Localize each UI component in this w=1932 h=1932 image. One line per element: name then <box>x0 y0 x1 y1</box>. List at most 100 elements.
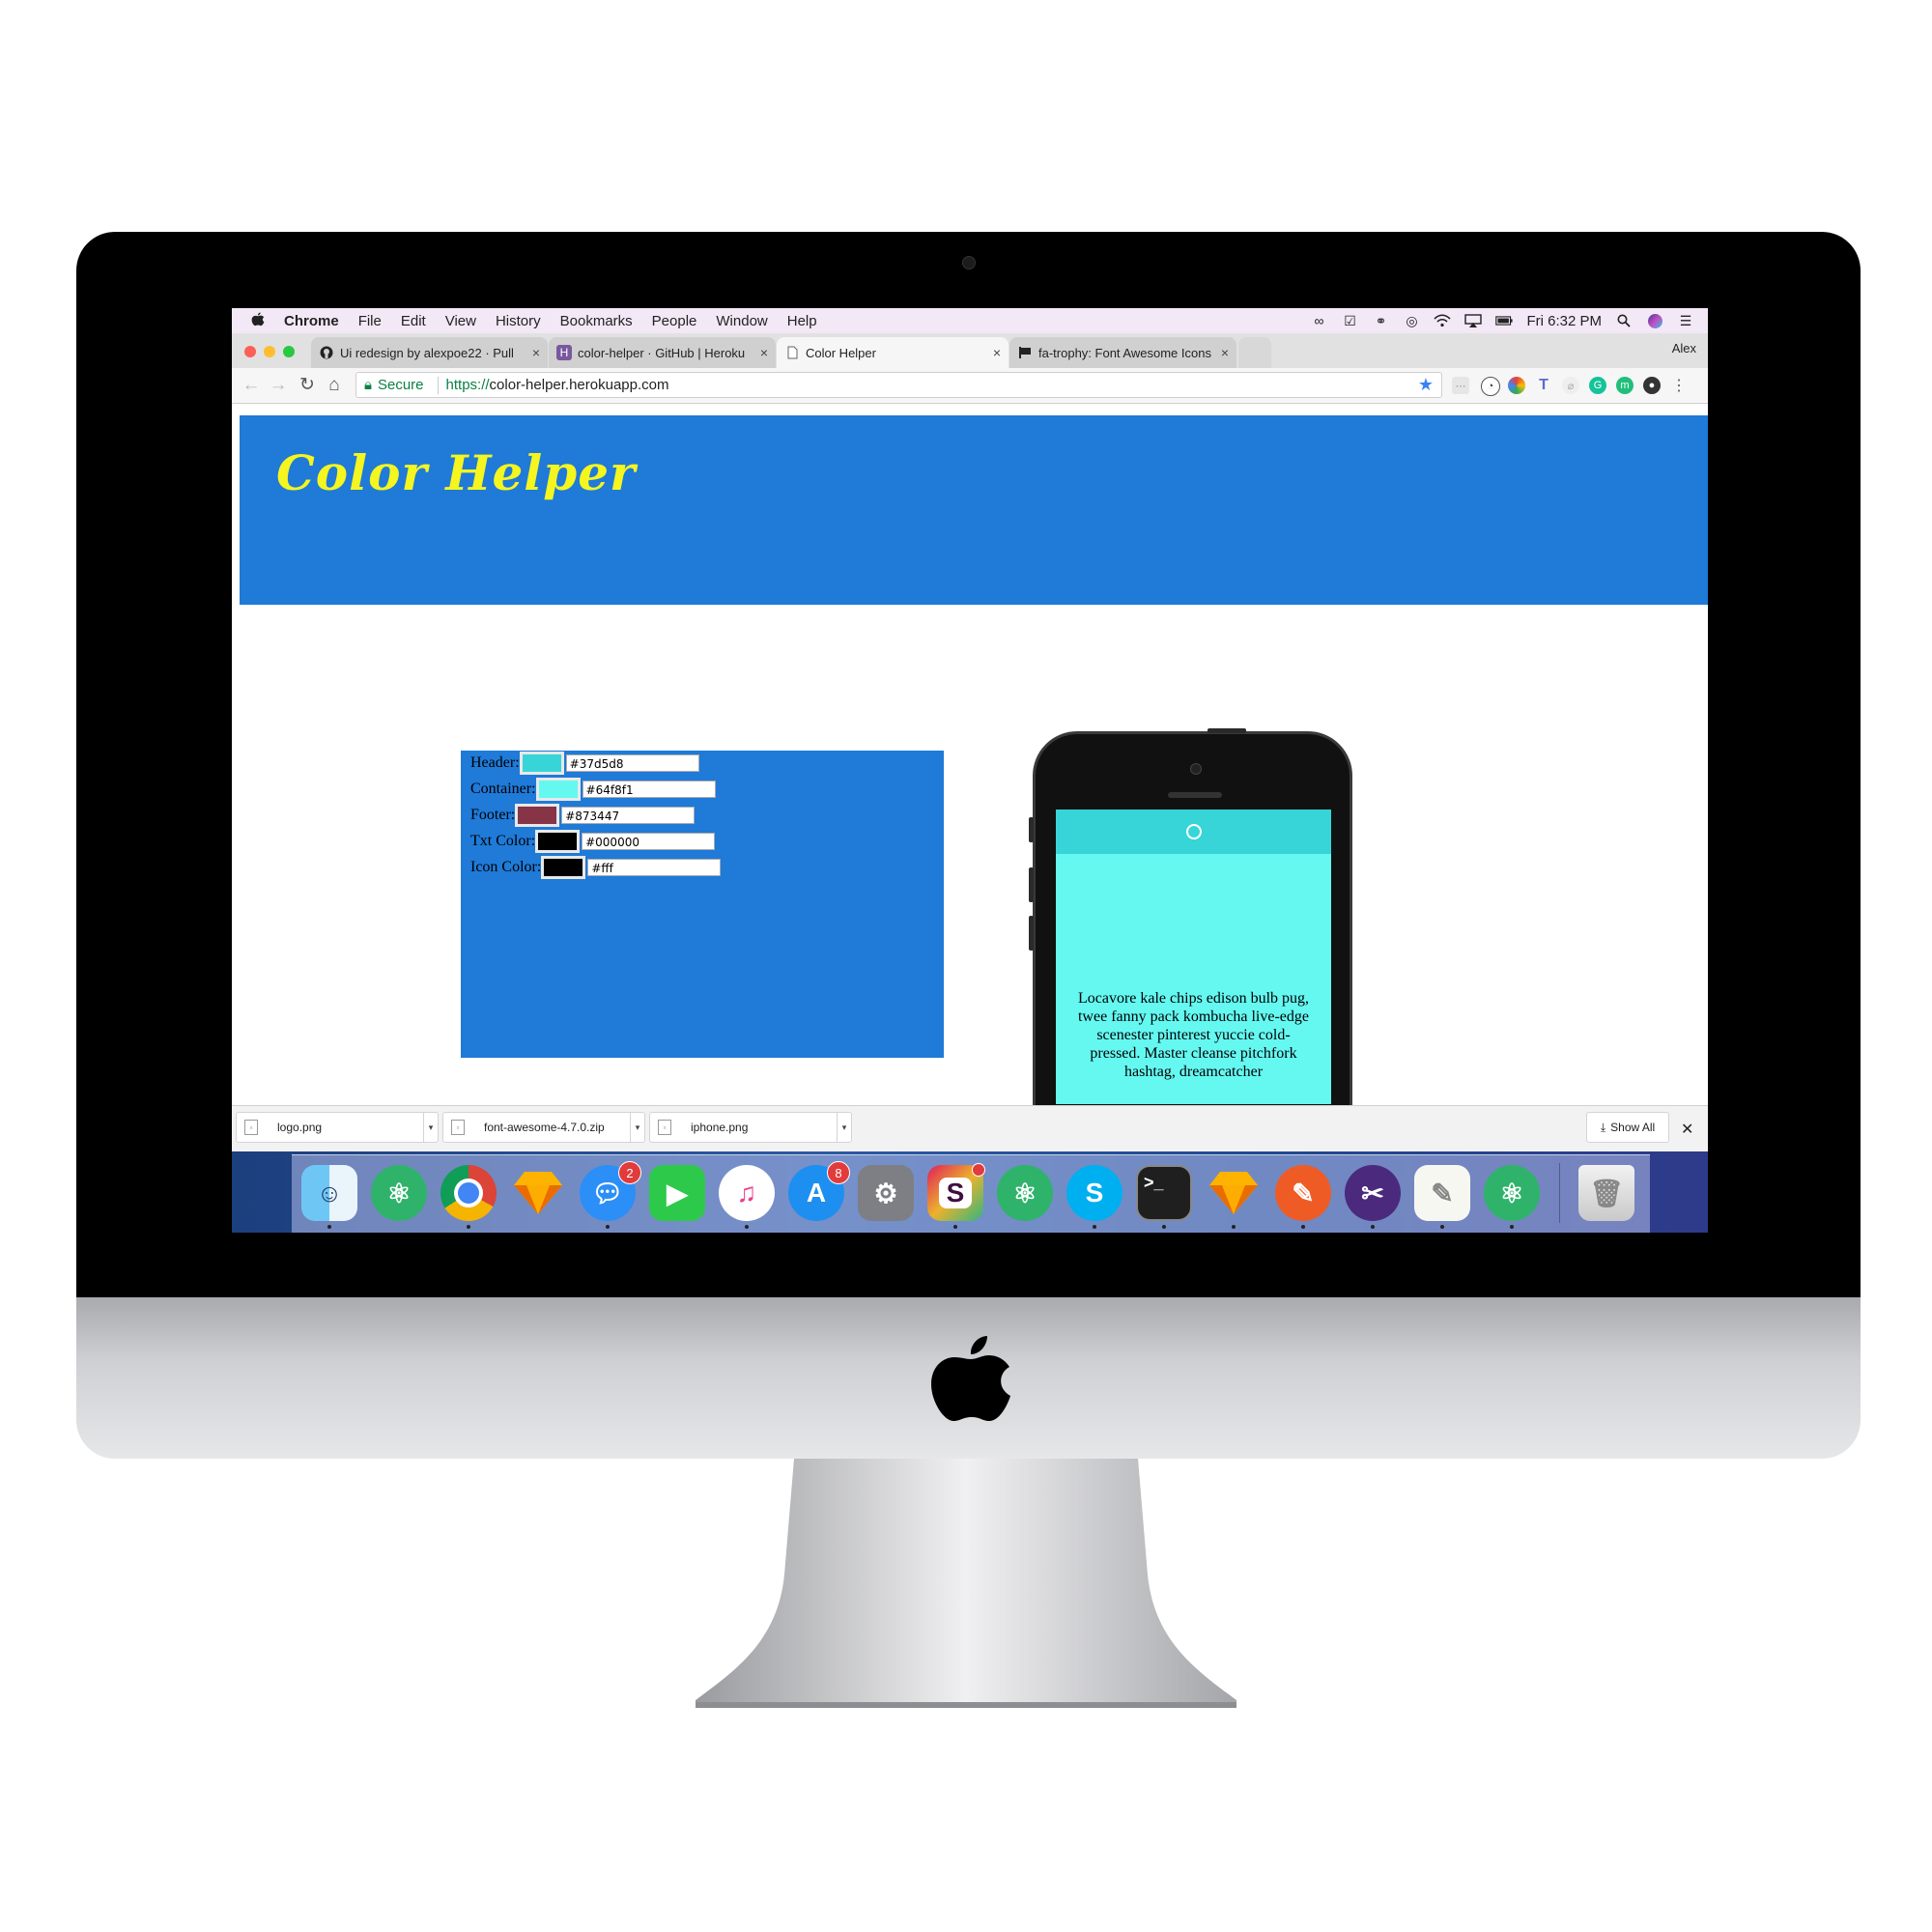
download-item[interactable]: ▫ logo.png ▾ <box>236 1112 439 1143</box>
menu-help[interactable]: Help <box>787 313 817 329</box>
header-color-picker[interactable] <box>519 752 564 775</box>
notification-center-icon[interactable]: ☰ <box>1677 313 1694 328</box>
sketch-beta-icon[interactable] <box>1206 1165 1262 1221</box>
extension-faded-icon[interactable]: ⌀ <box>1562 377 1579 394</box>
close-window-button[interactable] <box>244 346 256 357</box>
close-icon[interactable]: ✕ <box>1681 1120 1693 1139</box>
chrome-menu-icon[interactable]: ⋮ <box>1670 377 1688 394</box>
tab-github-pull-request[interactable]: Ui redesign by alexpoe22 · Pull × <box>311 337 548 368</box>
bookmark-star-icon[interactable]: ★ <box>1418 375 1434 395</box>
container-color-input[interactable]: #64f8f1 <box>582 781 716 798</box>
phone-volume-up <box>1029 867 1034 902</box>
container-color-row: Container: #64f8f1 <box>470 778 716 801</box>
extension-clock-icon[interactable]: ◔ <box>1481 377 1500 396</box>
minimize-window-button[interactable] <box>264 346 275 357</box>
text-color-input[interactable]: #000000 <box>582 833 716 850</box>
extension-colorpick-icon[interactable] <box>1508 377 1525 394</box>
postman-icon[interactable]: ✎ <box>1275 1165 1331 1221</box>
address-bar[interactable]: 🔒︎ Secure https:// color-helper.herokuap… <box>355 372 1442 398</box>
check-shield-icon[interactable]: ☑ <box>1341 313 1358 328</box>
forward-arrow-icon[interactable]: → <box>269 375 288 396</box>
new-tab-button[interactable] <box>1238 337 1271 368</box>
atom-icon[interactable]: ⚛ <box>371 1165 427 1221</box>
menu-people[interactable]: People <box>652 313 697 329</box>
tab-color-helper[interactable]: Color Helper × <box>777 337 1009 368</box>
extension-grid-icon[interactable]: ⋯ <box>1452 377 1469 394</box>
atom-beta-icon[interactable]: ⚛ <box>997 1165 1053 1221</box>
infinity-icon[interactable]: ∞ <box>1310 313 1327 328</box>
footer-color-input[interactable]: #873447 <box>561 807 696 824</box>
close-icon[interactable]: × <box>760 345 768 360</box>
slack-icon[interactable]: S <box>927 1163 985 1221</box>
text-color-picker[interactable] <box>535 830 581 853</box>
menu-window[interactable]: Window <box>716 313 767 329</box>
extension-dark-icon[interactable]: ● <box>1643 377 1661 394</box>
atom-dev-icon[interactable]: ⚛ <box>1484 1165 1540 1221</box>
facetime-icon[interactable]: ▶ <box>649 1165 705 1221</box>
container-color-picker[interactable] <box>535 778 581 801</box>
running-indicator <box>1093 1225 1096 1229</box>
wifi-icon[interactable] <box>1434 313 1452 328</box>
cleaner-app-icon[interactable]: ✂ <box>1345 1165 1401 1221</box>
menu-bookmarks[interactable]: Bookmarks <box>560 313 633 329</box>
trash-icon[interactable]: 🗑︎ <box>1578 1165 1634 1221</box>
icon-color-input[interactable]: #fff <box>587 859 722 876</box>
download-item[interactable]: ▫ font-awesome-4.7.0.zip ▾ <box>442 1112 645 1143</box>
chevron-down-icon[interactable]: ▾ <box>630 1113 644 1142</box>
icon-color-picker[interactable] <box>541 856 586 879</box>
download-item[interactable]: ▫ iphone.png ▾ <box>649 1112 852 1143</box>
close-icon[interactable]: × <box>1221 345 1229 360</box>
tab-title: color-helper · GitHub | Heroku <box>578 345 746 360</box>
skype-icon[interactable]: S <box>1066 1165 1122 1221</box>
back-arrow-icon[interactable]: ← <box>242 375 261 396</box>
battery-icon[interactable] <box>1495 313 1514 328</box>
chevron-down-icon[interactable]: ▾ <box>837 1113 851 1142</box>
close-icon[interactable]: × <box>993 345 1001 360</box>
menu-edit[interactable]: Edit <box>401 313 426 329</box>
reload-icon[interactable]: ↻ <box>298 375 317 396</box>
status-area: ∞ ☑ ⚭ ◎ Fri 6:32 PM ☰ <box>1310 308 1694 333</box>
lock-icon: 🔒︎ <box>364 377 372 393</box>
url-scheme: https:// <box>445 377 490 393</box>
profile-name[interactable]: Alex <box>1672 341 1696 355</box>
home-icon[interactable]: ⌂ <box>325 375 344 396</box>
footer-color-picker[interactable] <box>515 804 560 827</box>
close-icon[interactable]: × <box>532 345 540 360</box>
tab-font-awesome[interactable]: fa-trophy: Font Awesome Icons × <box>1009 337 1236 368</box>
airplay-icon[interactable] <box>1464 313 1483 328</box>
finder-icon[interactable]: ☺ <box>301 1165 357 1221</box>
running-indicator <box>327 1225 331 1229</box>
header-color-input[interactable]: #37d5d8 <box>565 754 699 772</box>
menu-app-name[interactable]: Chrome <box>284 313 339 329</box>
chrome-icon[interactable] <box>440 1165 497 1221</box>
app-store-icon[interactable]: A 8 <box>788 1161 850 1221</box>
tab-heroku[interactable]: H color-helper · GitHub | Heroku × <box>549 337 776 368</box>
phone-header <box>1056 810 1331 854</box>
chevron-down-icon[interactable]: ▾ <box>423 1113 438 1142</box>
phone-screen: Locavore kale chips edison bulb pug, twe… <box>1056 810 1331 1104</box>
extension-type-icon[interactable]: T <box>1535 377 1552 394</box>
show-all-button[interactable]: ⤓ Show All <box>1586 1112 1669 1143</box>
apple-menu-icon[interactable] <box>251 311 265 330</box>
menu-view[interactable]: View <box>445 313 476 329</box>
font-awesome-icon <box>1017 345 1033 360</box>
siri-icon[interactable] <box>1646 313 1663 328</box>
url-host: color-helper.herokuapp.com <box>489 377 669 393</box>
sketch-icon[interactable] <box>510 1165 566 1221</box>
icon-color-row: Icon Color: #fff <box>470 856 722 879</box>
menu-file[interactable]: File <box>358 313 382 329</box>
system-preferences-icon[interactable]: ⚙ <box>858 1165 914 1221</box>
glasses-icon[interactable]: ⚭ <box>1372 313 1389 328</box>
terminal-icon[interactable]: >_ <box>1136 1165 1192 1221</box>
zoom-window-button[interactable] <box>283 346 295 357</box>
itunes-icon[interactable]: ♫ <box>719 1165 775 1221</box>
extension-m-icon[interactable]: m <box>1616 377 1634 394</box>
clock[interactable]: Fri 6:32 PM <box>1526 313 1602 329</box>
textedit-icon[interactable]: ✎ <box>1414 1165 1470 1221</box>
grammarly-icon[interactable]: G <box>1589 377 1606 394</box>
messages-icon[interactable]: 💬︎ 2 <box>580 1161 641 1221</box>
phone-mute-switch <box>1029 817 1034 842</box>
spotlight-search-icon[interactable] <box>1615 313 1633 328</box>
menu-history[interactable]: History <box>496 313 541 329</box>
creative-cloud-icon[interactable]: ◎ <box>1403 313 1420 328</box>
